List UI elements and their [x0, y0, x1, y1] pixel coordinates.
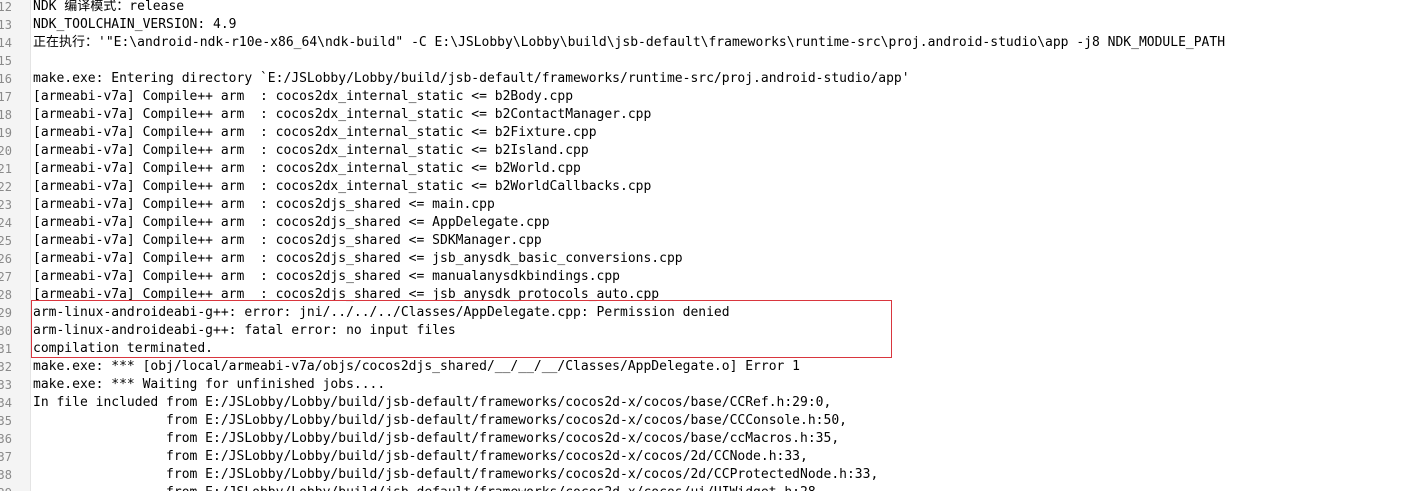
- log-line-text: [armeabi-v7a] Compile++ arm : cocos2djs_…: [33, 287, 660, 302]
- log-line-text: make.exe: Entering directory `E:/JSLobby…: [33, 71, 910, 86]
- log-line-text: [armeabi-v7a] Compile++ arm : cocos2dx_i…: [33, 143, 589, 158]
- log-line-text: [armeabi-v7a] Compile++ arm : cocos2dx_i…: [33, 125, 597, 140]
- log-line-text: [armeabi-v7a] Compile++ arm : cocos2dx_i…: [33, 161, 581, 176]
- log-line-text: [armeabi-v7a] Compile++ arm : cocos2dx_i…: [33, 179, 652, 194]
- line-number: 37: [0, 450, 12, 464]
- line-number: 19: [0, 126, 12, 140]
- log-line: 26 [armeabi-v7a] Compile++ arm : cocos2dj…: [0, 250, 1416, 268]
- log-lines: 12 NDK 编译模式：release 13 NDK_TOOLCHAIN_VERSIO…: [0, 0, 1416, 491]
- log-line-text: NDK_TOOLCHAIN_VERSION: 4.9: [33, 17, 237, 32]
- line-number: 17: [0, 90, 12, 104]
- line-number: 15: [0, 54, 12, 68]
- log-line: 36 from E:/JSLobby/Lobby/build/jsb-defau…: [0, 430, 1416, 448]
- line-number: 22: [0, 180, 12, 194]
- log-line-text: from E:/JSLobby/Lobby/build/jsb-default/…: [33, 449, 808, 464]
- log-line: 34 In file included from E:/JSLobby/Lobby…: [0, 394, 1416, 412]
- log-line-text: In file included from E:/JSLobby/Lobby/b…: [33, 395, 832, 410]
- line-number: 25: [0, 234, 12, 248]
- log-line: 12 NDK 编译模式：release: [0, 0, 1416, 16]
- line-number: 20: [0, 144, 12, 158]
- line-number: 32: [0, 360, 12, 374]
- log-line: 33 make.exe: *** Waiting for unfinished j…: [0, 376, 1416, 394]
- log-line: 37 from E:/JSLobby/Lobby/build/jsb-defau…: [0, 448, 1416, 466]
- line-number: 14: [0, 36, 12, 50]
- log-line-text: from E:/JSLobby/Lobby/build/jsb-default/…: [33, 484, 823, 491]
- line-number: 28: [0, 288, 12, 302]
- log-line: 29 arm-linux-androideabi-g++: error: jni/…: [0, 304, 1416, 322]
- line-number: 36: [0, 432, 12, 446]
- log-line: 35 from E:/JSLobby/Lobby/build/jsb-defau…: [0, 412, 1416, 430]
- log-line-text: from E:/JSLobby/Lobby/build/jsb-default/…: [33, 431, 840, 446]
- line-number: 26: [0, 252, 12, 266]
- log-line-text: make.exe: *** [obj/local/armeabi-v7a/obj…: [33, 359, 801, 374]
- log-line: 30 arm-linux-androideabi-g++: fatal error…: [0, 322, 1416, 340]
- log-line-text: NDK 编译模式：release: [33, 0, 185, 14]
- log-line: 23 [armeabi-v7a] Compile++ arm : cocos2dj…: [0, 196, 1416, 214]
- log-line-text: from E:/JSLobby/Lobby/build/jsb-default/…: [33, 467, 879, 482]
- log-line: 31 compilation terminated.: [0, 340, 1416, 358]
- log-line: 13 NDK_TOOLCHAIN_VERSION: 4.9: [0, 16, 1416, 34]
- line-number: 38: [0, 468, 12, 482]
- line-number: 23: [0, 198, 12, 212]
- line-number: 16: [0, 72, 12, 86]
- log-line: 39 from E:/JSLobby/Lobby/build/jsb-defau…: [0, 484, 1416, 491]
- line-number: 39: [0, 484, 12, 491]
- log-line-text: [armeabi-v7a] Compile++ arm : cocos2dx_i…: [33, 89, 574, 104]
- log-line-text: [armeabi-v7a] Compile++ arm : cocos2djs_…: [33, 215, 550, 230]
- line-number: 21: [0, 162, 12, 176]
- log-line: 19 [armeabi-v7a] Compile++ arm : cocos2dx…: [0, 124, 1416, 142]
- log-line-text: 正在执行：'"E:\android-ndk-r10e-x86_64\ndk-bu…: [33, 35, 1226, 50]
- log-line: 38 from E:/JSLobby/Lobby/build/jsb-defau…: [0, 466, 1416, 484]
- line-number: 13: [0, 18, 12, 32]
- line-number: 35: [0, 414, 12, 428]
- log-line: 18 [armeabi-v7a] Compile++ arm : cocos2dx…: [0, 106, 1416, 124]
- line-number: 24: [0, 216, 12, 230]
- log-line: 15: [0, 52, 1416, 70]
- line-number: 33: [0, 378, 12, 392]
- log-viewer[interactable]: 12 NDK 编译模式：release 13 NDK_TOOLCHAIN_VERSIO…: [0, 0, 1416, 491]
- line-number: 12: [0, 0, 12, 14]
- line-number: 18: [0, 108, 12, 122]
- line-number: 34: [0, 396, 12, 410]
- log-line-text: [armeabi-v7a] Compile++ arm : cocos2djs_…: [33, 251, 683, 266]
- log-line-text: arm-linux-androideabi-g++: error: jni/..…: [33, 305, 730, 320]
- log-line-text: arm-linux-androideabi-g++: fatal error: …: [33, 323, 456, 338]
- line-number: 30: [0, 324, 12, 338]
- log-line: 22 [armeabi-v7a] Compile++ arm : cocos2dx…: [0, 178, 1416, 196]
- log-line: 16 make.exe: Entering directory `E:/JSLob…: [0, 70, 1416, 88]
- log-line: 28 [armeabi-v7a] Compile++ arm : cocos2dj…: [0, 286, 1416, 304]
- line-number: 31: [0, 342, 12, 356]
- log-line: 21 [armeabi-v7a] Compile++ arm : cocos2dx…: [0, 160, 1416, 178]
- log-line: 14 正在执行：'"E:\android-ndk-r10e-x86_64\ndk-…: [0, 34, 1416, 52]
- log-line: 25 [armeabi-v7a] Compile++ arm : cocos2dj…: [0, 232, 1416, 250]
- log-line: 24 [armeabi-v7a] Compile++ arm : cocos2dj…: [0, 214, 1416, 232]
- log-line-text: [armeabi-v7a] Compile++ arm : cocos2djs_…: [33, 233, 542, 248]
- line-number: 27: [0, 270, 12, 284]
- log-line-text: compilation terminated.: [33, 341, 214, 356]
- log-line-text: [armeabi-v7a] Compile++ arm : cocos2djs_…: [33, 197, 495, 212]
- log-line-text: from E:/JSLobby/Lobby/build/jsb-default/…: [33, 413, 847, 428]
- line-number: 29: [0, 306, 12, 320]
- log-line: 17 [armeabi-v7a] Compile++ arm : cocos2dx…: [0, 88, 1416, 106]
- log-line: 32 make.exe: *** [obj/local/armeabi-v7a/o…: [0, 358, 1416, 376]
- log-line-text: make.exe: *** Waiting for unfinished job…: [33, 377, 386, 392]
- log-line-text: [armeabi-v7a] Compile++ arm : cocos2djs_…: [33, 269, 620, 284]
- log-line: 20 [armeabi-v7a] Compile++ arm : cocos2dx…: [0, 142, 1416, 160]
- log-line-text: [armeabi-v7a] Compile++ arm : cocos2dx_i…: [33, 107, 652, 122]
- log-line: 27 [armeabi-v7a] Compile++ arm : cocos2dj…: [0, 268, 1416, 286]
